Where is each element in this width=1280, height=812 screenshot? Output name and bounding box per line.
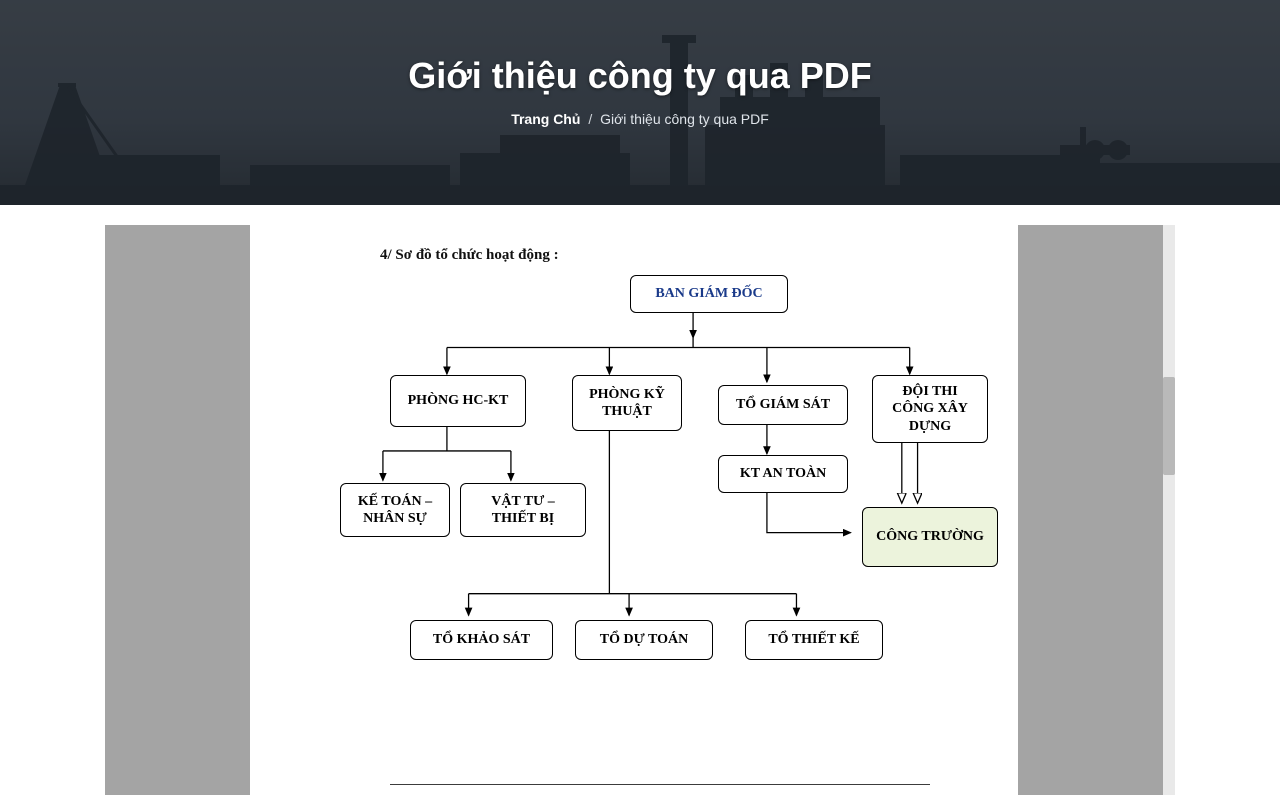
page-bottom-rule [390, 784, 930, 785]
org-node-ke-toan: KẾ TOÁN – NHÂN SỰ [340, 483, 450, 537]
pdf-viewer: 4/ Sơ đồ tổ chức hoạt động : [105, 225, 1175, 795]
breadcrumb-current: Giới thiệu công ty qua PDF [600, 111, 769, 127]
org-node-to-thiet-ke: TỔ THIẾT KẾ [745, 620, 883, 660]
hero-banner: Giới thiệu công ty qua PDF Trang Chủ / G… [0, 0, 1280, 205]
pdf-scrollbar-thumb[interactable] [1163, 377, 1175, 475]
pdf-gutter-right [1018, 225, 1163, 795]
org-node-vat-tu: VẬT TƯ – THIẾT BỊ [460, 483, 586, 537]
org-node-to-giam-sat: TỔ GIÁM SÁT [718, 385, 848, 425]
pdf-page[interactable]: 4/ Sơ đồ tổ chức hoạt động : [250, 225, 1018, 795]
org-node-root: BAN GIÁM ĐỐC [630, 275, 788, 313]
org-node-kt-an-toan: KT AN TOÀN [718, 455, 848, 493]
org-node-phong-ky-thuat: PHÒNG KỸ THUẬT [572, 375, 682, 431]
breadcrumb-separator: / [588, 111, 592, 127]
breadcrumb: Trang Chủ / Giới thiệu công ty qua PDF [0, 111, 1280, 127]
org-node-to-khao-sat: TỔ KHẢO SÁT [410, 620, 553, 660]
org-node-phong-hc-kt: PHÒNG HC-KT [390, 375, 526, 427]
org-node-doi-thi-cong: ĐỘI THI CÔNG XÂY DỰNG [872, 375, 988, 443]
pdf-scrollbar[interactable] [1163, 225, 1175, 795]
breadcrumb-home-link[interactable]: Trang Chủ [511, 111, 580, 127]
org-node-to-du-toan: TỔ DỰ TOÁN [575, 620, 713, 660]
pdf-gutter-left [105, 225, 250, 795]
org-node-cong-truong: CÔNG TRƯỜNG [862, 507, 998, 567]
page-title: Giới thiệu công ty qua PDF [0, 55, 1280, 97]
